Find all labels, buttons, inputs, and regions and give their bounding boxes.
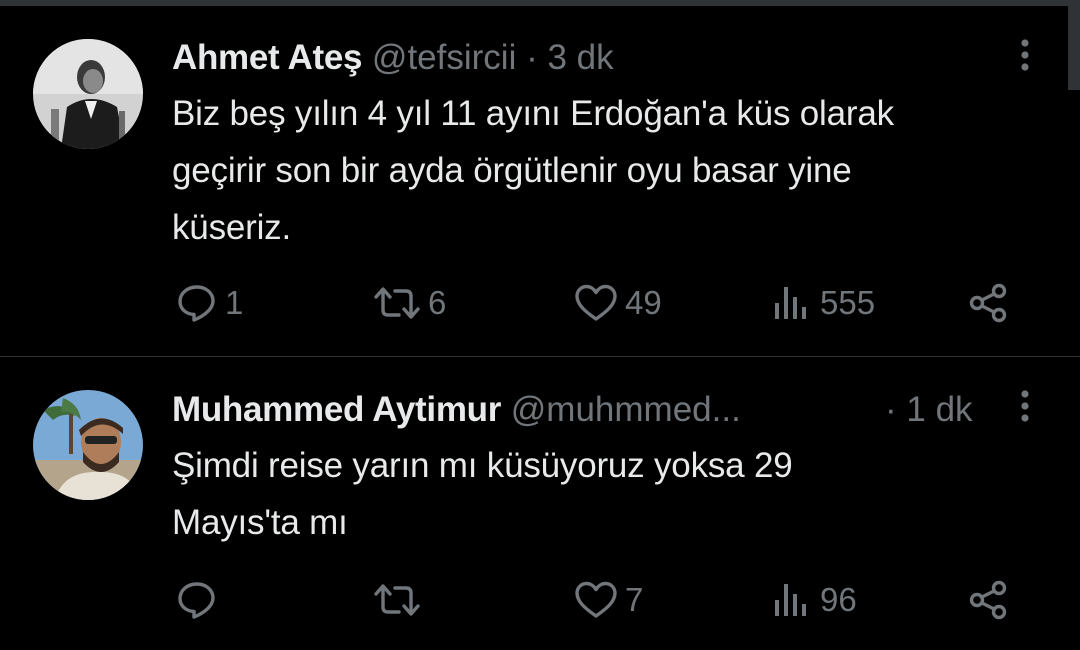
share-button[interactable]: [968, 283, 1012, 323]
tweet-1[interactable]: Ahmet Ateş @tefsircii · 3 dk Biz beş yıl…: [0, 0, 1080, 356]
reply-icon: [178, 285, 215, 322]
separator-dot: ·: [526, 38, 538, 77]
share-button[interactable]: [968, 580, 1012, 620]
reply-button[interactable]: [175, 580, 225, 620]
reply-icon: [178, 582, 215, 619]
views-icon: [775, 584, 806, 616]
avatar[interactable]: [33, 390, 143, 500]
retweet-count: 6: [428, 284, 447, 321]
views-button[interactable]: 96: [770, 580, 857, 620]
tweet-text-line: Biz beş yılın 4 yıl 11 ayını Erdoğan'a k…: [172, 94, 894, 133]
avatar[interactable]: [33, 39, 143, 149]
tweet-2[interactable]: Muhammed Aytimur @muhmmed... · 1 dk Şimd…: [0, 357, 1080, 650]
share-icon: [969, 283, 1007, 323]
user-handle[interactable]: @tefsircii: [372, 38, 516, 77]
views-button[interactable]: 555: [770, 283, 875, 323]
reply-count: 1: [225, 284, 244, 321]
tweet-text-line: küseriz.: [172, 208, 291, 247]
more-icon: [1021, 390, 1029, 422]
avatar-image: [33, 390, 143, 500]
timestamp[interactable]: 1 dk: [906, 390, 972, 429]
share-icon: [969, 580, 1007, 620]
avatar-image: [33, 39, 143, 149]
separator-dot: ·: [885, 390, 897, 429]
more-button[interactable]: [1005, 36, 1045, 76]
tweet-text-line: Şimdi reise yarın mı küsüyoruz yoksa 29: [172, 446, 793, 485]
tweet-header-time: · 1 dk: [885, 390, 973, 430]
retweet-button[interactable]: 6: [372, 283, 446, 323]
like-count: 7: [625, 581, 644, 618]
display-name[interactable]: Muhammed Aytimur: [172, 390, 501, 429]
tweet-text: Biz beş yılın 4 yıl 11 ayını Erdoğan'a k…: [172, 85, 1032, 256]
display-name[interactable]: Ahmet Ateş: [172, 38, 362, 77]
more-icon: [1021, 39, 1029, 71]
tweet-text-line: Mayıs'ta mı: [172, 503, 348, 542]
views-icon: [775, 287, 806, 319]
views-count: 555: [820, 284, 876, 321]
heart-icon: [575, 581, 617, 618]
tweet-header: Muhammed Aytimur @muhmmed...: [172, 390, 741, 430]
retweet-button[interactable]: [372, 580, 428, 620]
timestamp[interactable]: 3 dk: [547, 38, 613, 77]
views-count: 96: [820, 581, 857, 618]
retweet-icon: [374, 287, 420, 319]
more-button[interactable]: [1005, 387, 1045, 427]
like-button[interactable]: 49: [573, 283, 662, 323]
tweet-text: Şimdi reise yarın mı küsüyoruz yoksa 29 …: [172, 437, 1032, 551]
like-button[interactable]: 7: [573, 580, 643, 620]
like-count: 49: [625, 284, 662, 321]
reply-button[interactable]: 1: [175, 283, 243, 323]
tweet-header: Ahmet Ateş @tefsircii · 3 dk: [172, 38, 614, 78]
retweet-icon: [374, 584, 420, 616]
tweet-text-line: geçirir son bir ayda örgütlenir oyu basa…: [172, 151, 852, 190]
user-handle[interactable]: @muhmmed...: [511, 390, 741, 429]
heart-icon: [575, 284, 617, 321]
